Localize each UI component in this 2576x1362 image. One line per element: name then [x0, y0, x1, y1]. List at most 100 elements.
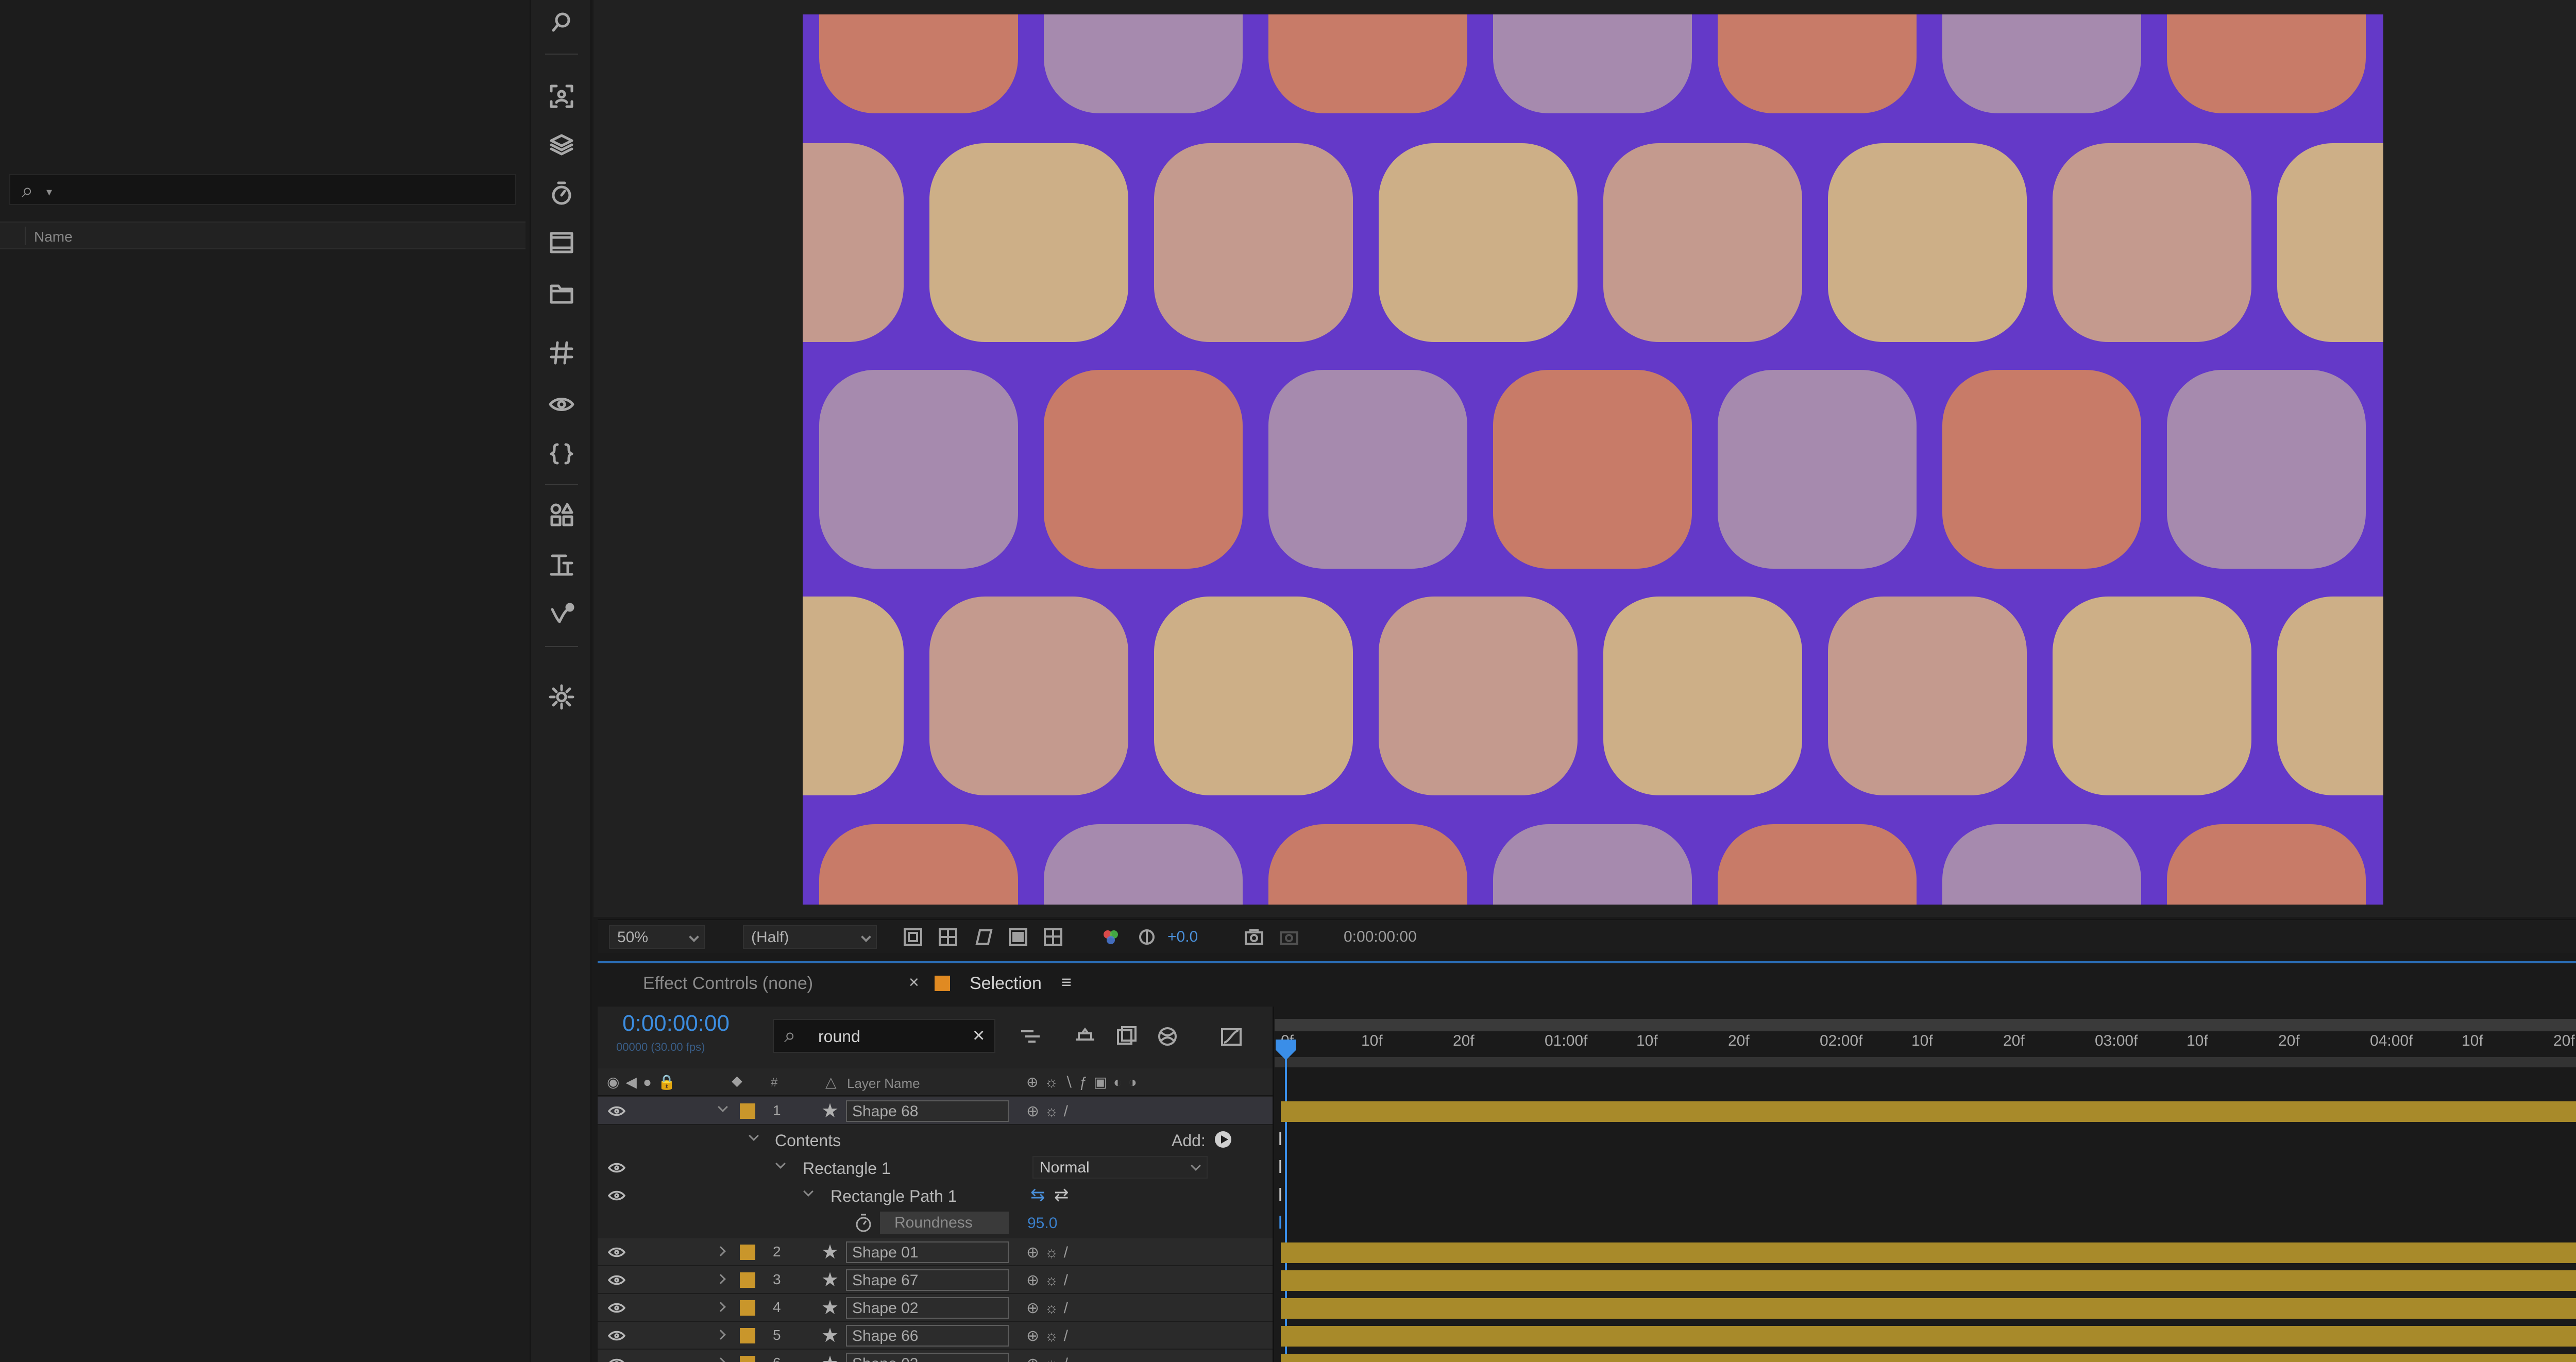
composition-flowchart-icon[interactable] [1018, 1024, 1043, 1049]
layer-duration-bar[interactable] [1281, 1354, 2576, 1362]
channel-colors-icon[interactable] [1100, 927, 1121, 947]
search-icon[interactable] [544, 5, 580, 41]
chevron-down-icon[interactable] [803, 1186, 814, 1197]
close-icon[interactable]: × [909, 973, 919, 993]
magnification-dropdown[interactable]: 50% [609, 925, 705, 949]
layer-switches[interactable]: ⊕☼/ [1026, 1327, 1073, 1345]
label-color-swatch[interactable] [740, 1245, 755, 1260]
grid-icon[interactable] [544, 335, 580, 371]
work-area-bar[interactable] [1275, 1019, 2576, 1031]
layer-switches[interactable]: ⊕☼/ [1026, 1244, 1073, 1262]
eye-icon[interactable] [607, 1274, 626, 1286]
hamburger-menu-icon[interactable]: ≡ [1061, 973, 1072, 993]
layer-switches[interactable]: ⊕☼/ [1026, 1102, 1073, 1120]
exposure-value[interactable]: +0.0 [1167, 928, 1198, 946]
snapshot-camera-icon[interactable] [1244, 927, 1264, 947]
layer-duration-bar[interactable] [1281, 1270, 2576, 1291]
eye-icon[interactable] [607, 1302, 626, 1314]
chevron-right-icon[interactable] [716, 1330, 726, 1340]
eye-icon[interactable] [607, 1162, 626, 1173]
layer-name-field[interactable]: Shape 67 [846, 1269, 1009, 1291]
layer-row-5[interactable]: 5 ★ Shape 66 ⊕☼/ [598, 1322, 1273, 1350]
label-color-swatch[interactable] [740, 1272, 755, 1288]
shapes-icon[interactable] [544, 497, 580, 533]
keyframe-ibeam[interactable]: I [1278, 1184, 1283, 1205]
text-icon[interactable] [544, 546, 580, 582]
av-features-icons[interactable]: ◉◀●🔒 [607, 1074, 682, 1091]
layer-switches[interactable]: ⊕☼/ [1026, 1355, 1073, 1362]
column-layer-name[interactable]: Layer Name [847, 1076, 920, 1092]
label-tag-icon[interactable]: ⬥ [732, 1072, 742, 1090]
layer-row-4[interactable]: 4 ★ Shape 02 ⊕☼/ [598, 1294, 1273, 1322]
eye-icon[interactable] [607, 1105, 626, 1117]
switch-column-icons[interactable]: ⊕☼∖ƒ▣◐◑ [1026, 1074, 1143, 1091]
eye-icon[interactable] [607, 1190, 626, 1201]
layer-name-field[interactable]: Shape 02 [846, 1297, 1009, 1319]
eye-icon[interactable] [608, 1358, 625, 1362]
layer-duration-bar[interactable] [1281, 1242, 2576, 1263]
mask-path-icon[interactable] [973, 927, 993, 947]
chevron-down-icon[interactable] [749, 1131, 759, 1141]
shy-layers-icon[interactable] [1114, 1024, 1139, 1049]
project-search-input[interactable]: ⌕ ▾ [9, 174, 516, 205]
column-name-label[interactable]: Name [34, 229, 73, 245]
path-direction-reverse-icon[interactable]: ⇄ [1054, 1185, 1069, 1205]
contents-row[interactable]: Contents Add: [598, 1126, 1273, 1154]
gear-icon[interactable] [544, 679, 580, 715]
clear-search-icon[interactable]: × [973, 1024, 985, 1047]
graph-editor-icon[interactable] [1219, 1024, 1244, 1049]
tab-effect-controls[interactable]: Effect Controls (none) [643, 974, 813, 994]
layer-row-6[interactable]: 6 ★ Shape 03 ⊕☼/ [598, 1350, 1273, 1362]
draft-3d-icon[interactable] [1073, 1024, 1097, 1049]
guides-icon[interactable] [1043, 927, 1063, 947]
chevron-right-icon[interactable] [716, 1274, 726, 1284]
layer-duration-bar[interactable] [1281, 1326, 2576, 1347]
roundness-value[interactable]: 95.0 [1027, 1215, 1057, 1232]
layer-duration-bar[interactable] [1281, 1298, 2576, 1319]
composition-icon[interactable] [544, 225, 580, 261]
folder-icon[interactable] [544, 275, 580, 311]
eye-icon[interactable] [607, 1247, 626, 1258]
frame-blending-icon[interactable] [1155, 1024, 1180, 1049]
layer-switches[interactable]: ⊕☼/ [1026, 1299, 1073, 1317]
braces-icon[interactable] [544, 436, 580, 472]
layers-icon[interactable] [544, 127, 580, 163]
timeline-search-input[interactable]: ⌕ round × [773, 1019, 995, 1053]
region-of-interest-icon[interactable] [903, 927, 923, 947]
layer-row-1[interactable]: 1 ★ Shape 68 ⊕☼/ [598, 1097, 1273, 1125]
chevron-right-icon[interactable] [716, 1302, 726, 1312]
chevron-right-icon[interactable] [716, 1246, 726, 1256]
safe-margins-icon[interactable] [1008, 927, 1028, 947]
stopwatch-icon[interactable] [544, 175, 580, 211]
layer-switches[interactable]: ⊕☼/ [1026, 1271, 1073, 1289]
pen-node-icon[interactable] [544, 595, 580, 632]
rectangle-group-row[interactable]: Rectangle 1 Normal [598, 1154, 1273, 1182]
exposure-icon[interactable] [1137, 927, 1157, 947]
composition-canvas[interactable] [803, 14, 2383, 905]
crop-icon[interactable] [544, 78, 580, 114]
label-color-swatch[interactable] [740, 1300, 755, 1316]
tab-selection[interactable]: Selection [970, 974, 1042, 994]
layer-name-field[interactable]: Shape 01 [846, 1241, 1009, 1263]
transparency-grid-icon[interactable] [938, 927, 958, 947]
blend-mode-dropdown[interactable]: Normal [1032, 1156, 1208, 1179]
layer-name-field[interactable]: Shape 03 [846, 1353, 1009, 1362]
label-color-swatch[interactable] [740, 1356, 755, 1362]
layer-name-field[interactable]: Shape 66 [846, 1325, 1009, 1347]
layer-row-3[interactable]: 3 ★ Shape 67 ⊕☼/ [598, 1266, 1273, 1294]
chevron-right-icon[interactable] [716, 1357, 726, 1362]
resolution-dropdown[interactable]: (Half) [743, 925, 877, 949]
label-color-swatch[interactable] [740, 1103, 755, 1119]
rectangle-path-row[interactable]: Rectangle Path 1 ⇆ ⇄ [598, 1182, 1273, 1210]
layer-row-2[interactable]: 2 ★ Shape 01 ⊕☼/ [598, 1238, 1273, 1266]
keyframe-ibeam[interactable]: I [1278, 1128, 1283, 1150]
layer-duration-bar[interactable] [1281, 1101, 2576, 1122]
show-snapshot-icon[interactable] [1279, 927, 1299, 947]
layer-name-field[interactable]: Shape 68 [846, 1100, 1009, 1122]
eye-icon[interactable] [544, 386, 580, 422]
chevron-down-icon[interactable] [775, 1159, 786, 1169]
path-direction-icon[interactable]: ⇆ [1030, 1185, 1045, 1205]
viewer-timecode[interactable]: 0:00:00:00 [1344, 928, 1417, 946]
stopwatch-icon[interactable] [852, 1212, 875, 1234]
eye-icon[interactable] [607, 1330, 626, 1341]
